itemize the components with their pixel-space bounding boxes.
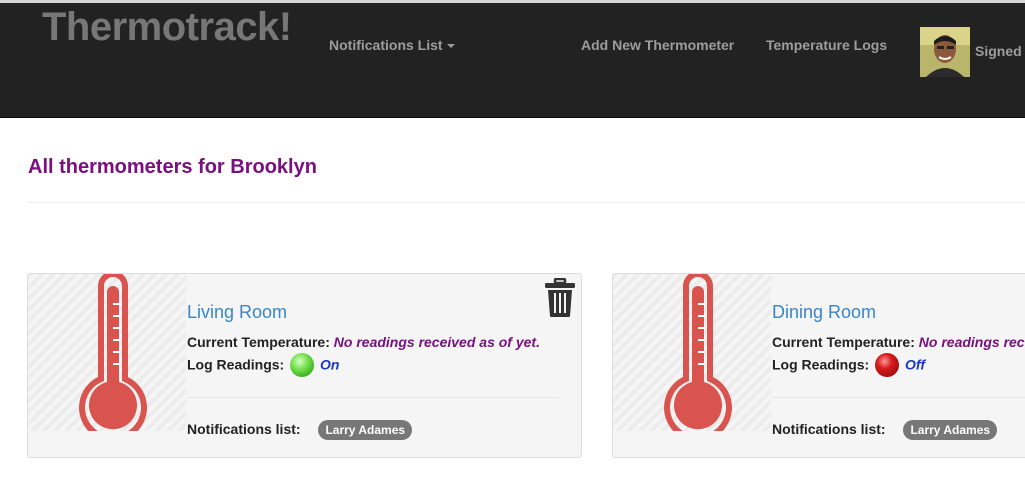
- user-badge[interactable]: Larry Adames: [903, 420, 998, 440]
- notifications-list-label: Notifications List: [329, 37, 443, 53]
- log-readings-label: Log Readings:: [772, 356, 870, 373]
- add-thermometer-link[interactable]: Add New Thermometer: [581, 37, 734, 53]
- log-readings-row: Log Readings: Off: [772, 353, 925, 378]
- thermometer-thumbnail: [28, 274, 186, 431]
- log-status-text[interactable]: On: [320, 357, 339, 373]
- page-title: All thermometers for Brooklyn: [28, 156, 317, 178]
- user-badge[interactable]: Larry Adames: [318, 420, 413, 440]
- avatar[interactable]: [920, 27, 970, 77]
- temperature-logs-link[interactable]: Temperature Logs: [766, 37, 887, 53]
- signed-in-label[interactable]: Signed: [975, 43, 1022, 59]
- notifications-label: Notifications list:: [187, 421, 301, 437]
- title-divider: [28, 202, 1025, 203]
- room-name-link[interactable]: Dining Room: [772, 302, 876, 323]
- card-divider: [772, 397, 1025, 398]
- current-temperature-value: No readings received as of yet.: [333, 334, 540, 350]
- status-off-icon[interactable]: [875, 353, 900, 377]
- thermometer-card: Living Room Current Temperature: No read…: [27, 273, 582, 458]
- current-temperature-value: No readings received as of yet.: [918, 334, 1025, 350]
- notifications-row: Notifications list: Larry Adames: [187, 420, 413, 440]
- status-on-icon[interactable]: [290, 353, 315, 377]
- current-temperature-label: Current Temperature:: [772, 334, 915, 350]
- notifications-row: Notifications list: Larry Adames: [772, 420, 998, 440]
- room-name-link[interactable]: Living Room: [187, 302, 287, 323]
- brand-logo[interactable]: Thermotrack!: [42, 5, 292, 50]
- log-readings-row: Log Readings: On: [187, 353, 339, 378]
- caret-down-icon: [446, 44, 455, 49]
- thermometer-icon: [664, 274, 732, 431]
- notifications-label: Notifications list:: [772, 421, 886, 437]
- thermometer-thumbnail: [613, 274, 771, 431]
- current-temperature-label: Current Temperature:: [187, 334, 330, 350]
- log-readings-label: Log Readings:: [187, 356, 285, 373]
- trash-icon[interactable]: [543, 277, 577, 318]
- log-status-text[interactable]: Off: [905, 357, 925, 373]
- current-temperature-row: Current Temperature: No readings receive…: [187, 334, 540, 350]
- thermometer-card: Dining Room Current Temperature: No read…: [612, 273, 1025, 458]
- thermometer-icon: [79, 274, 147, 431]
- current-temperature-row: Current Temperature: No readings receive…: [772, 334, 1025, 350]
- notifications-list-dropdown[interactable]: Notifications List: [329, 37, 455, 53]
- navbar: Thermotrack! Notifications List Add New …: [0, 3, 1025, 118]
- card-divider: [187, 397, 559, 398]
